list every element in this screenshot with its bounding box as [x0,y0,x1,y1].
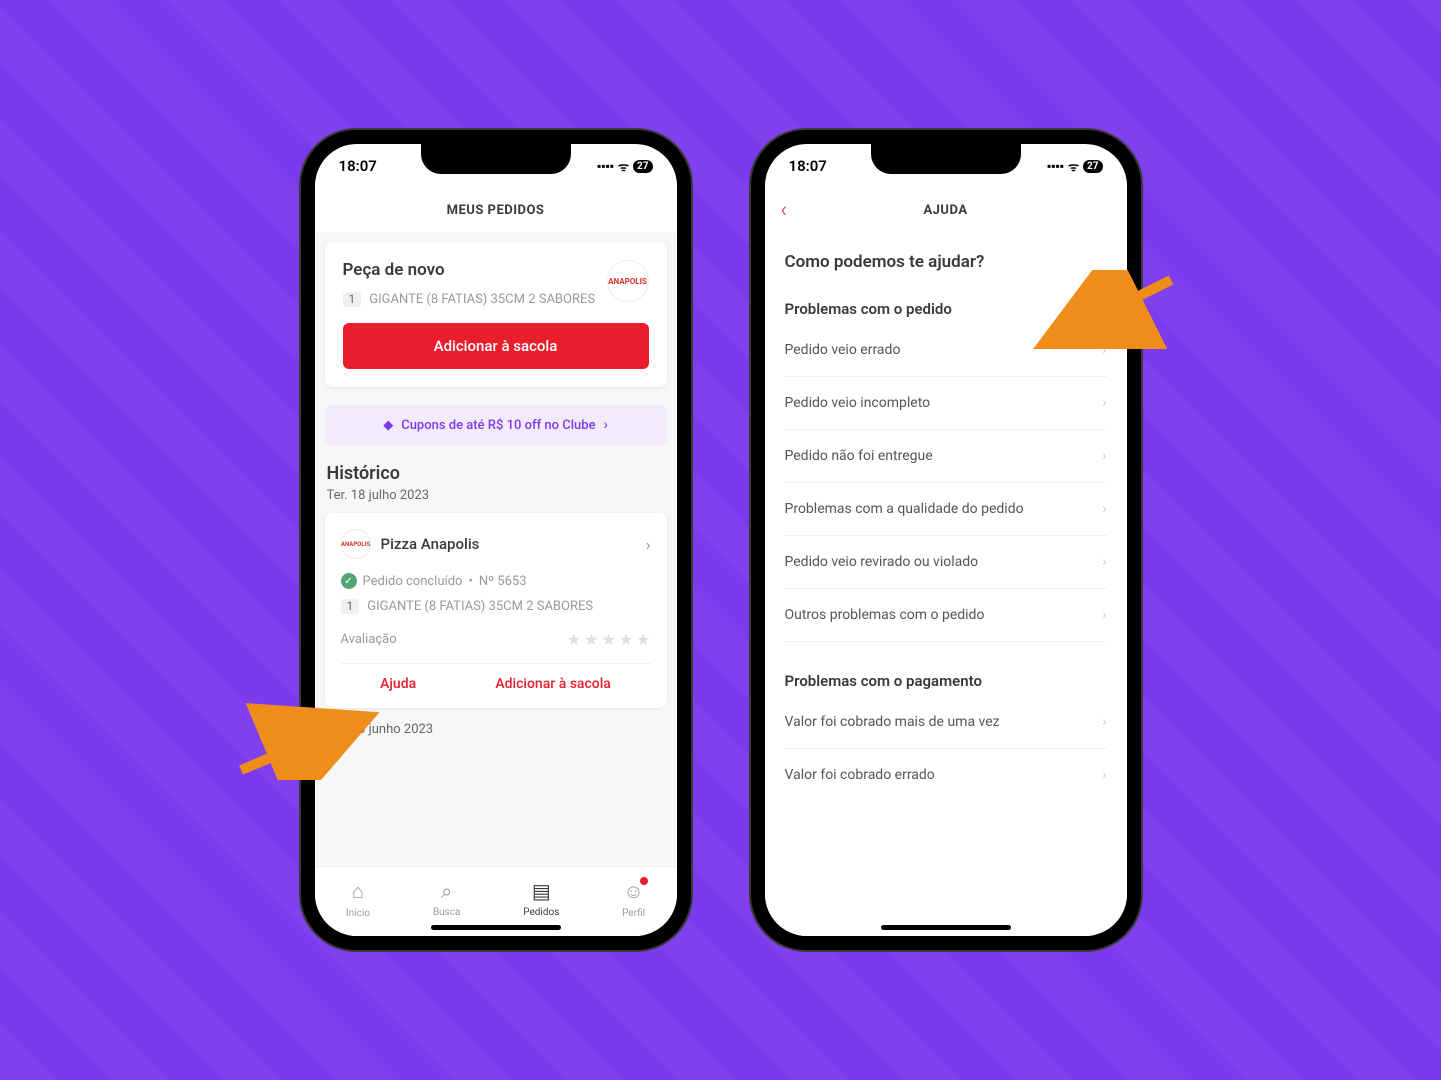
search-icon: ⌕ [441,879,452,903]
status-icons: ▪▪▪▪ ᯤ 27 [597,158,652,175]
status-time: 18:07 [339,157,377,175]
add-to-bag-button[interactable]: Adicionar à sacola [343,323,649,369]
add-to-bag-button[interactable]: Adicionar à sacola [495,676,610,692]
history-title: Histórico [327,463,665,484]
chevron-right-icon: › [1102,714,1106,730]
help-item[interactable]: Problemas com a qualidade do pedido › [785,483,1107,536]
merchant-name: Pizza Anapolis [381,535,636,553]
help-item-label: Problemas com a qualidade do pedido [785,501,1024,517]
notch [421,144,571,174]
tab-label: Perfil [622,908,645,919]
nav-bar: ‹ AJUDA [765,188,1127,232]
tab-label: Pedidos [523,907,559,918]
wifi-icon: ᯤ [618,158,629,175]
chevron-right-icon: › [1102,767,1106,783]
chevron-right-icon: › [1102,607,1106,623]
home-indicator[interactable] [431,925,561,930]
tab-pedidos[interactable]: ▤ Pedidos [523,879,559,918]
chevron-right-icon: › [646,535,651,554]
chevron-right-icon: › [1102,554,1106,570]
help-section-payment: Problemas com o pagamento [785,672,1107,690]
back-button[interactable]: ‹ [781,198,788,223]
order-again-title: Peça de novo [343,260,649,280]
star-icon[interactable]: ★ [584,630,598,649]
chevron-right-icon: › [1102,448,1106,464]
order-status: ✓ Pedido concluído • Nº 5653 [341,573,651,589]
home-indicator[interactable] [881,925,1011,930]
phone-left: 18:07 ▪▪▪▪ ᯤ 27 MEUS PEDIDOS ANAPOLIS Pe… [301,130,691,950]
tab-inicio[interactable]: ⌂ Início [346,879,370,919]
battery-icon: 27 [1083,160,1102,173]
star-icon[interactable]: ★ [619,630,633,649]
rating-stars[interactable]: ★★★★★ [567,630,651,649]
help-item[interactable]: Valor foi cobrado mais de uma vez › [785,696,1107,749]
help-item[interactable]: Pedido veio revirado ou violado › [785,536,1107,589]
help-heading: Como podemos te ajudar? [785,252,1107,272]
rating-row[interactable]: Avaliação ★★★★★ [341,630,651,649]
star-icon[interactable]: ★ [636,630,650,649]
status-text: Pedido concluído [363,574,463,589]
order-number: Nº 5653 [479,574,527,589]
history-card: ANAPOLIS Pizza Anapolis › ✓ Pedido concl… [325,513,667,708]
status-icons: ▪▪▪▪ ᯤ 27 [1047,158,1102,175]
arrow-annotation-left [231,700,391,780]
help-item[interactable]: Pedido veio incompleto › [785,377,1107,430]
profile-icon: ☺ [623,879,643,904]
help-button[interactable]: Ajuda [380,676,416,692]
nav-title: AJUDA [923,203,967,218]
help-item[interactable]: Pedido não foi entregue › [785,430,1107,483]
qty-badge: 1 [343,292,362,307]
tab-busca[interactable]: ⌕ Busca [433,879,461,918]
help-item[interactable]: Outros problemas com o pedido › [785,589,1107,642]
home-icon: ⌂ [352,879,364,904]
star-icon[interactable]: ★ [567,630,581,649]
nav-bar: MEUS PEDIDOS [315,188,677,232]
receipt-icon: ▤ [532,879,551,903]
screen-left: 18:07 ▪▪▪▪ ᯤ 27 MEUS PEDIDOS ANAPOLIS Pe… [315,144,677,936]
screen-right: 18:07 ▪▪▪▪ ᯤ 27 ‹ AJUDA Como podemos te … [765,144,1127,936]
signal-icon: ▪▪▪▪ [1047,159,1064,173]
help-item-label: Pedido veio revirado ou violado [785,554,979,570]
promo-text: Cupons de até R$ 10 off no Clube [401,418,595,433]
notch [871,144,1021,174]
tab-label: Início [346,908,370,919]
check-circle-icon: ✓ [341,573,357,589]
help-item-label: Valor foi cobrado errado [785,767,935,783]
arrow-annotation-right [1021,270,1181,360]
tag-icon: ◆ [383,418,393,433]
battery-icon: 27 [633,160,652,173]
signal-icon: ▪▪▪▪ [597,159,614,173]
wifi-icon: ᯤ [1068,158,1079,175]
order-again-item: 1 GIGANTE (8 FATIAS) 35CM 2 SABORES [343,292,607,307]
history-item: 1 GIGANTE (8 FATIAS) 35CM 2 SABORES [341,599,651,614]
chevron-right-icon: › [1102,501,1106,517]
help-item-label: Pedido não foi entregue [785,448,933,464]
help-item-label: Outros problemas com o pedido [785,607,985,623]
merchant-row[interactable]: ANAPOLIS Pizza Anapolis › [341,529,651,559]
merchant-logo-icon: ANAPOLIS [607,260,649,302]
rating-label: Avaliação [341,632,397,647]
item-desc: GIGANTE (8 FATIAS) 35CM 2 SABORES [367,599,593,614]
notification-dot-icon [640,877,648,885]
chevron-right-icon: › [604,417,608,433]
phone-right: 18:07 ▪▪▪▪ ᯤ 27 ‹ AJUDA Como podemos te … [751,130,1141,950]
history-date: Ter. 18 julho 2023 [327,488,665,503]
help-item[interactable]: Valor foi cobrado errado › [785,749,1107,801]
qty-badge: 1 [341,599,360,614]
chevron-right-icon: › [1102,395,1106,411]
order-again-card: ANAPOLIS Peça de novo 1 GIGANTE (8 FATIA… [325,242,667,387]
status-time: 18:07 [789,157,827,175]
help-item-label: Pedido veio errado [785,342,901,358]
nav-title: MEUS PEDIDOS [447,203,545,218]
help-item-label: Valor foi cobrado mais de uma vez [785,714,1000,730]
tab-label: Busca [433,907,461,918]
action-row: Ajuda Adicionar à sacola [341,663,651,692]
promo-banner[interactable]: ◆ Cupons de até R$ 10 off no Clube › [325,405,667,445]
help-item-label: Pedido veio incompleto [785,395,931,411]
merchant-logo-small-icon: ANAPOLIS [341,529,371,559]
tab-perfil[interactable]: ☺ Perfil [622,879,645,919]
item-desc: GIGANTE (8 FATIAS) 35CM 2 SABORES [369,292,595,307]
star-icon[interactable]: ★ [601,630,615,649]
